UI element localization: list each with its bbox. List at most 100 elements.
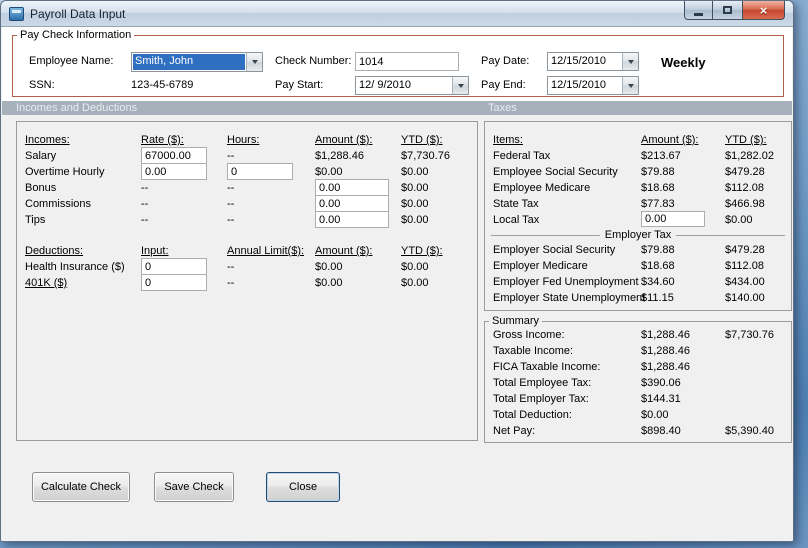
deduction-row-401k: 401K ($) -- $0.00 $0.00 [17,274,477,291]
tax-ytd: $434.00 [725,276,765,288]
tax-label: Employer Fed Unemployment [493,276,639,288]
section-header-strip: Incomes and Deductions Taxes [2,101,792,115]
payroll-window: Payroll Data Input × Pay Check Informati… [0,0,794,542]
taxes-groupbox: Items: Amount ($): YTD ($): Federal Tax … [484,121,792,311]
deduction-label-401k[interactable]: 401K ($) [25,275,67,291]
tax-amount: $34.60 [641,276,675,288]
tax-row-employer-state-unemployment: Employer State Unemployment $11.15 $140.… [485,290,791,306]
income-ytd: $0.00 [401,198,429,210]
pay-start-value: 12/ 9/2010 [359,79,411,91]
incomes-deductions-groupbox: Incomes: Rate ($): Hours: Amount ($): YT… [16,121,478,441]
close-button[interactable]: × [742,1,785,20]
pay-date-dropdown-button[interactable] [622,53,638,70]
save-check-button[interactable]: Save Check [154,472,234,502]
ytd-col-header: YTD ($): [401,245,443,257]
ssn-label: SSN: [29,79,55,91]
tax-label: Employer Social Security [493,244,616,256]
income-ytd: $0.00 [401,182,429,194]
income-label: Commissions [25,198,92,210]
pay-start-dropdown-button[interactable] [452,77,468,94]
taxes-header-row: Items: Amount ($): YTD ($): [485,132,791,148]
amount-col-header: Amount ($): [315,245,373,257]
income-ytd: $0.00 [401,214,429,226]
deductions-col-header: Deductions: [25,245,84,257]
summary-row-total-employee-tax: Total Employee Tax: $390.06 [485,375,791,391]
tax-row-employee-ss: Employee Social Security $79.88 $479.28 [485,164,791,180]
summary-amount: $1,288.46 [641,329,690,341]
tax-row-employer-medicare: Employer Medicare $18.68 $112.08 [485,258,791,274]
tips-amount-input[interactable] [315,211,389,228]
tax-ytd: $112.08 [725,182,764,194]
local-tax-input[interactable] [641,211,705,227]
income-row-bonus: Bonus -- -- $0.00 [17,179,477,196]
tax-label: Employer State Unemployment [493,292,646,304]
close-form-button[interactable]: Close [266,472,340,502]
income-hours: -- [227,198,235,210]
tax-amount: $213.67 [641,150,681,162]
employee-name-dropdown-button[interactable] [246,53,262,71]
pay-start-picker[interactable]: 12/ 9/2010 [355,76,469,95]
overtime-hours-input[interactable] [227,163,293,180]
check-number-label: Check Number: [275,55,352,67]
summary-label: Total Employer Tax: [493,393,589,405]
titlebar[interactable]: Payroll Data Input × [1,1,793,27]
income-rate: -- [141,214,149,226]
income-hours: -- [227,214,235,226]
summary-groupbox: Summary Gross Income: $1,288.46 $7,730.7… [484,315,792,443]
paycheck-info-legend: Pay Check Information [20,29,132,41]
tax-row-employer-ss: Employer Social Security $79.88 $479.28 [485,242,791,258]
deduction-annual-limit: -- [227,277,235,289]
tax-amount: $77.83 [641,198,675,210]
income-amount: $0.00 [315,166,343,178]
calculate-check-button[interactable]: Calculate Check [32,472,130,502]
tax-row-employee-medicare: Employee Medicare $18.68 $112.08 [485,180,791,196]
health-insurance-input[interactable] [141,258,207,275]
deduction-ytd: $0.00 [401,261,429,273]
401k-input[interactable] [141,274,207,291]
income-row-salary: Salary -- $1,288.46 $7,730.76 [17,147,477,164]
income-label: Salary [25,150,57,162]
window-title: Payroll Data Input [30,6,126,21]
commissions-amount-input[interactable] [315,195,389,212]
income-rate: -- [141,182,149,194]
tax-amount: $18.68 [641,260,675,272]
taxes-section-header: Taxes [488,102,517,114]
deductions-header-row: Deductions: Input: Annual Limit($): Amou… [17,243,477,259]
rate-col-header: Rate ($): [141,134,184,146]
employee-name-select[interactable]: Smith, John [131,52,263,72]
tax-ytd: $479.28 [725,166,765,178]
pay-date-picker[interactable]: 12/15/2010 [547,52,639,71]
pay-end-value: 12/15/2010 [551,79,607,91]
pay-frequency-label: Weekly [661,55,706,70]
tax-row-federal: Federal Tax $213.67 $1,282.02 [485,148,791,164]
bonus-amount-input[interactable] [315,179,389,196]
desktop: Payroll Data Input × Pay Check Informati… [0,0,808,548]
summary-ytd: $5,390.40 [725,425,774,437]
salary-rate-input[interactable] [141,147,207,164]
overtime-rate-input[interactable] [141,163,207,180]
summary-legend: Summary [492,315,540,327]
incomes-deductions-section-header: Incomes and Deductions [16,102,138,114]
income-row-commissions: Commissions -- -- $0.00 [17,195,477,212]
minimize-button[interactable] [684,1,713,20]
deduction-annual-limit: -- [227,261,235,273]
amount-col-header: Amount ($): [315,134,373,146]
tax-label: Employee Medicare [493,182,591,194]
summary-ytd: $7,730.76 [725,329,774,341]
check-number-input[interactable] [355,52,459,71]
maximize-button[interactable] [713,1,742,20]
pay-end-dropdown-button[interactable] [622,77,638,94]
deduction-amount: $0.00 [315,261,343,273]
tax-row-employer-fed-unemployment: Employer Fed Unemployment $34.60 $434.00 [485,274,791,290]
tax-label: Employer Medicare [493,260,588,272]
maximize-icon [723,6,732,14]
summary-amount: $390.06 [641,377,681,389]
tax-ytd: $466.98 [725,198,765,210]
tax-label: Employee Social Security [493,166,618,178]
pay-end-picker[interactable]: 12/15/2010 [547,76,639,95]
pay-date-value: 12/15/2010 [551,55,607,67]
summary-row-net-pay: Net Pay: $898.40 $5,390.40 [485,423,791,439]
paycheck-info-groupbox: Pay Check Information Employee Name: Smi… [12,29,784,97]
summary-amount: $1,288.46 [641,345,690,357]
income-label: Overtime Hourly [25,166,105,178]
